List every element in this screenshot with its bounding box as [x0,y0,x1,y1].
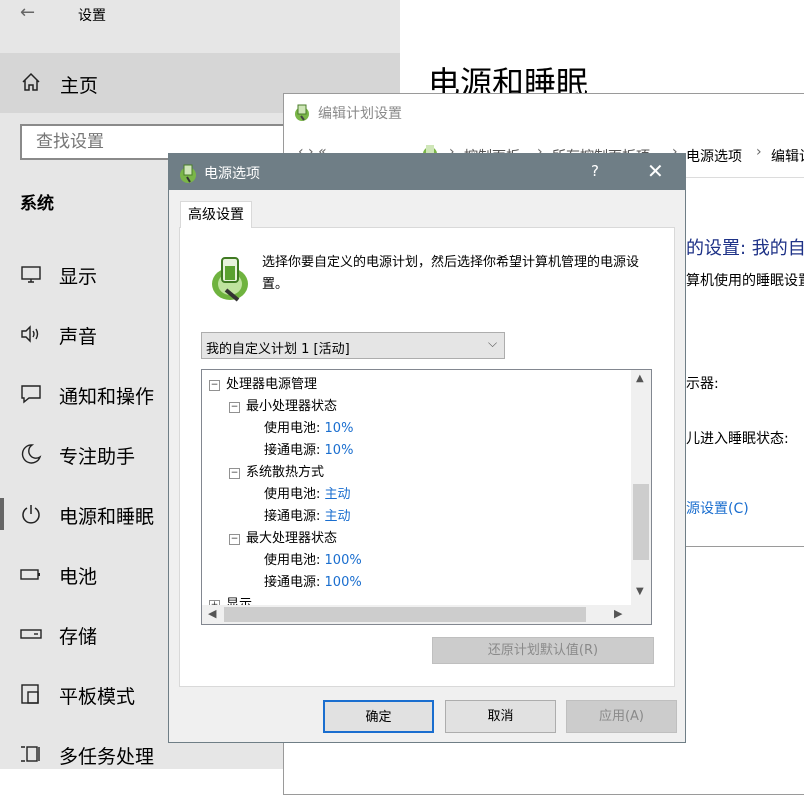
scroll-down-icon[interactable]: ▼ [636,586,644,597]
scroll-up-icon[interactable]: ▲ [636,373,644,384]
vertical-scrollbar[interactable]: ▲ ▼ [631,370,651,605]
tree-node-min-state[interactable]: − 最小处理器状态 [229,395,337,414]
edit-plan-title: 编辑计划设置 [318,106,402,122]
back-arrow-icon[interactable]: ← [20,2,35,23]
breadcrumb-item[interactable]: 编辑计 [771,146,804,166]
edit-plan-description: 算机使用的睡眠设置 [686,273,804,289]
collapse-icon[interactable]: − [209,380,220,391]
section-title: 系统 [20,194,54,214]
restore-defaults-button[interactable]: 还原计划默认值(R) [432,637,654,664]
nav-item-label: 电池 [59,566,98,588]
setting-value[interactable]: 100% [325,575,362,590]
power-options-dialog: 电源选项 ? ✕ 高级设置 选择你要自定义的电源计划，然后选择你希望计算机管理的… [168,153,686,743]
tree-leaf-battery[interactable]: 使用电池: 10% [264,417,353,436]
power-options-icon [295,104,309,121]
power-icon [22,505,40,524]
power-options-icon [180,164,196,183]
tree-leaf-ac[interactable]: 接通电源: 10% [264,439,353,458]
display-off-label: 示器: [686,376,719,392]
tree-node-max-state[interactable]: − 最大处理器状态 [229,527,337,546]
dialog-description: 选择你要自定义的电源计划，然后选择你希望计算机管理的电源设置。 [262,255,640,292]
chevron-down-icon: ⌵ [488,336,498,350]
nav-home-label: 主页 [60,75,99,97]
collapse-icon[interactable]: − [229,468,240,479]
setting-value[interactable]: 10% [325,443,354,458]
setting-value[interactable]: 主动 [325,509,351,524]
settings-tree[interactable]: − 处理器电源管理 − 最小处理器状态 使用电池: 10% 接通电源: 10% − 系… [201,369,652,625]
setting-value[interactable]: 100% [325,553,362,568]
power-plan-selected: 我的自定义计划 1 [活动] [206,342,350,357]
collapse-icon[interactable]: − [229,534,240,545]
dialog-title: 电源选项 [204,166,260,182]
close-icon[interactable]: ✕ [647,159,664,183]
help-button[interactable]: ? [591,162,599,180]
home-icon [22,72,40,91]
nav-item-label: 平板模式 [59,686,136,708]
nav-item-label: 显示 [59,266,98,288]
scrollbar-corner [631,605,651,624]
divider [686,546,804,547]
tree-leaf-ac[interactable]: 接通电源: 主动 [264,505,351,524]
scrollbar-thumb[interactable] [633,484,649,560]
tree-node-cooling[interactable]: − 系统散热方式 [229,461,324,480]
nav-item-label: 存储 [59,626,98,648]
ok-button[interactable]: 确定 [323,700,434,733]
storage-icon [20,629,42,639]
collapse-icon[interactable]: − [229,402,240,413]
edit-plan-heading: 的设置: 我的自 [686,238,804,259]
nav-item-label: 电源和睡眠 [59,506,155,528]
nav-item-label: 专注助手 [59,446,136,468]
nav-item-label: 通知和操作 [59,386,155,408]
tree-leaf-battery[interactable]: 使用电池: 主动 [264,483,351,502]
apply-button[interactable]: 应用(A) [566,700,677,733]
battery-plug-icon [212,257,248,302]
battery-icon [20,569,40,580]
tab-advanced-settings[interactable]: 高级设置 [180,201,252,228]
settings-window-title: 设置 [78,8,106,24]
nav-item-label: 多任务处理 [59,746,155,768]
scroll-right-icon[interactable]: ▶ [614,607,622,620]
notification-icon [21,385,41,404]
tree-leaf-ac[interactable]: 接通电源: 100% [264,571,362,590]
nav-item-label: 声音 [59,326,98,348]
setting-value[interactable]: 主动 [325,487,351,502]
sleep-label: 儿进入睡眠状态: [686,431,789,447]
dialog-titlebar[interactable]: 电源选项 ? ✕ [169,154,685,190]
moon-icon [21,444,42,464]
tree-leaf-battery[interactable]: 使用电池: 100% [264,549,362,568]
cancel-button[interactable]: 取消 [445,700,556,733]
advanced-settings-link[interactable]: 源设置(C) [686,498,749,518]
display-icon [21,266,41,283]
scrollbar-thumb[interactable] [224,607,586,622]
scroll-left-icon[interactable]: ◀ [208,607,216,620]
advanced-settings-panel: 选择你要自定义的电源计划，然后选择你希望计算机管理的电源设置。 我的自定义计划 … [179,227,675,687]
multitask-icon [21,746,40,762]
breadcrumb-item[interactable]: 电源选项 [686,146,742,166]
horizontal-scrollbar[interactable]: ◀ ▶ [202,605,631,624]
setting-value[interactable]: 10% [325,421,354,436]
tablet-icon [21,684,39,704]
chevron-right-icon: › [756,144,762,160]
tree-node-processor[interactable]: − 处理器电源管理 [209,373,317,392]
edit-plan-titlebar[interactable]: 编辑计划设置 [284,94,804,130]
power-plan-select[interactable]: 我的自定义计划 1 [活动] ⌵ [201,332,505,359]
sound-icon [21,325,39,343]
